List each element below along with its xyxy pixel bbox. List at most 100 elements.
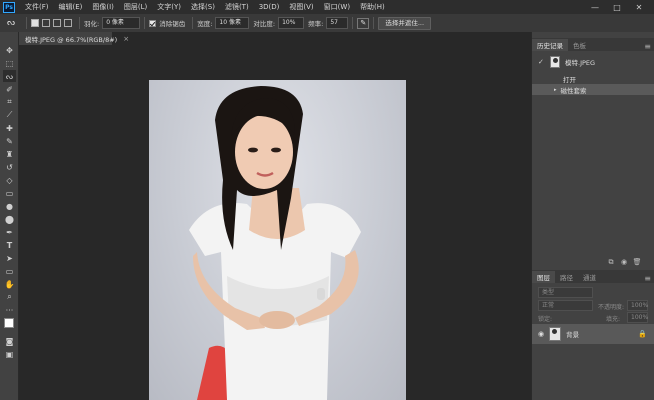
crop-icon[interactable]: ⌗: [3, 96, 16, 108]
history-state-label: 打开: [563, 75, 576, 84]
tab-paths[interactable]: 路径: [555, 271, 578, 283]
subtract-selection-icon[interactable]: [53, 19, 61, 27]
screen-mode-icon[interactable]: ▣: [3, 348, 16, 360]
snapshot-thumbnail: [550, 56, 560, 68]
lock-icon: 🔒: [638, 330, 647, 338]
new-document-from-state-icon[interactable]: ⧉: [607, 258, 615, 266]
opacity-input[interactable]: 100%: [627, 300, 648, 311]
right-panels: 历史记录 色板 ≡ ✓ 模特.JPEG 打开 ▸ 磁性套索 ⧉ ◉ 🗑 图层 路…: [531, 32, 654, 400]
intersect-selection-icon[interactable]: [64, 19, 72, 27]
type-icon[interactable]: T: [3, 239, 16, 251]
quick-select-icon[interactable]: ✐: [3, 83, 16, 95]
history-state-label: 磁性套索: [560, 86, 587, 95]
lasso-preset-icon[interactable]: ᔓ: [0, 18, 22, 28]
menu-type[interactable]: 文字(Y): [157, 2, 181, 12]
clone-stamp-icon[interactable]: ♜: [3, 148, 16, 160]
width-label: 宽度:: [197, 20, 213, 28]
tab-swatches[interactable]: 色板: [568, 39, 591, 51]
pen-icon[interactable]: ✒: [3, 226, 16, 238]
panel-menu-icon[interactable]: ≡: [644, 274, 654, 283]
history-state-marker-icon: ▸: [554, 86, 557, 93]
menu-image[interactable]: 图像(I): [92, 2, 114, 12]
menu-window[interactable]: 窗口(W): [324, 2, 350, 12]
menu-file[interactable]: 文件(F): [25, 2, 49, 12]
rectangle-icon[interactable]: ▭: [3, 265, 16, 277]
menu-help[interactable]: 帮助(H): [360, 2, 385, 12]
dodge-icon[interactable]: ⬤: [3, 213, 16, 225]
close-button[interactable]: ✕: [630, 0, 648, 14]
divider: [352, 17, 354, 29]
tab-channels[interactable]: 通道: [578, 271, 601, 283]
document-tab-title: 模特.JPEG @ 66.7%(RGB/8#): [25, 35, 118, 44]
blend-mode-value: 正常: [542, 302, 555, 309]
hand-icon[interactable]: ✋: [3, 278, 16, 290]
contrast-label: 对比度:: [253, 20, 276, 28]
menu-3d[interactable]: 3D(D): [259, 3, 280, 11]
new-selection-icon[interactable]: [31, 19, 39, 27]
layer-name: 背景: [566, 331, 580, 339]
bracelet: [317, 288, 325, 300]
path-select-icon[interactable]: ➤: [3, 252, 16, 264]
tab-history[interactable]: 历史记录: [532, 39, 568, 51]
select-and-mask-button[interactable]: 选择并遮住...: [378, 16, 432, 30]
opacity-value: 100%: [631, 302, 649, 309]
lock-label: 锁定:: [538, 316, 553, 323]
antialias-checkbox[interactable]: [149, 19, 157, 27]
history-snapshot[interactable]: ✓ 模特.JPEG: [532, 54, 654, 70]
tab-layers[interactable]: 图层: [532, 271, 555, 283]
contrast-input[interactable]: 10%: [278, 17, 305, 29]
right-eye: [271, 147, 281, 153]
camera-icon[interactable]: ◉: [620, 258, 628, 266]
width-input[interactable]: 10 像素: [215, 17, 250, 29]
document-tab-bar: 模特.JPEG @ 66.7%(RGB/8#) ×: [19, 32, 531, 45]
document-tab[interactable]: 模特.JPEG @ 66.7%(RGB/8#) ×: [19, 32, 129, 45]
layer-kind-placeholder: 类型: [542, 289, 555, 296]
move-icon[interactable]: ✥: [3, 44, 16, 56]
layer-thumbnail: [549, 327, 562, 341]
opacity-label: 不透明度:: [598, 304, 625, 311]
quick-mask-icon[interactable]: ◙: [3, 335, 16, 347]
menu-edit[interactable]: 编辑(E): [59, 2, 83, 12]
layer-kind-filter[interactable]: 类型: [538, 287, 593, 298]
zoom-icon[interactable]: ⌕: [3, 291, 16, 303]
restore-button[interactable]: □: [608, 0, 626, 14]
blur-icon[interactable]: ●: [3, 200, 16, 212]
divider: [192, 17, 194, 29]
feather-input[interactable]: 0 像素: [102, 17, 141, 29]
menu-view[interactable]: 视图(V): [289, 2, 313, 12]
brush-icon[interactable]: ✎: [3, 135, 16, 147]
history-brush-icon[interactable]: ↺: [3, 161, 16, 173]
antialias-label: 消除锯齿: [159, 20, 186, 28]
fill-input[interactable]: 100%: [627, 312, 648, 323]
panel-menu-icon[interactable]: ≡: [644, 42, 654, 51]
more-icon[interactable]: ···: [3, 304, 16, 316]
history-brush-source-icon: ✓: [538, 58, 544, 66]
layer-row-background[interactable]: ◉ 背景 🔒: [532, 324, 654, 344]
menu-filter[interactable]: 滤镜(T): [225, 2, 249, 12]
pen-pressure-icon[interactable]: ✎: [357, 17, 370, 29]
add-selection-icon[interactable]: [42, 19, 50, 27]
healing-brush-icon[interactable]: ✚: [3, 122, 16, 134]
menu-select[interactable]: 选择(S): [191, 2, 215, 12]
menu-layer[interactable]: 图层(L): [124, 2, 147, 12]
document-image[interactable]: [149, 80, 406, 400]
menu-bar: Ps 文件(F) 编辑(E) 图像(I) 图层(L) 文字(Y) 选择(S) 滤…: [0, 0, 654, 14]
history-state[interactable]: 打开: [532, 73, 654, 84]
minimize-button[interactable]: —: [586, 0, 604, 14]
tools-panel: ✥ ⬚ ᔓ ✐ ⌗ ⟋ ✚ ✎ ♜ ↺ ◇ ▭ ● ⬤ ✒ T ➤ ▭ ✋ ⌕ …: [0, 32, 19, 400]
marquee-icon[interactable]: ⬚: [3, 57, 16, 69]
blend-mode-select[interactable]: 正常: [538, 300, 593, 311]
history-state-selected[interactable]: ▸ 磁性套索: [532, 84, 654, 95]
eyedropper-icon[interactable]: ⟋: [3, 109, 16, 121]
eraser-icon[interactable]: ◇: [3, 174, 16, 186]
feather-label: 羽化:: [84, 20, 100, 28]
frequency-input[interactable]: 57: [326, 17, 349, 29]
gradient-icon[interactable]: ▭: [3, 187, 16, 199]
tab-close-icon[interactable]: ×: [123, 35, 129, 43]
visibility-eye-icon[interactable]: ◉: [538, 330, 544, 338]
trash-icon[interactable]: 🗑: [633, 258, 642, 266]
options-bar: ᔓ 羽化: 0 像素 消除锯齿 宽度: 10 像素 对比度: 10% 频率: 5…: [0, 14, 654, 33]
snapshot-name: 模特.JPEG: [565, 59, 596, 67]
foreground-color-icon[interactable]: [4, 318, 14, 328]
lasso-icon[interactable]: ᔓ: [3, 70, 16, 82]
